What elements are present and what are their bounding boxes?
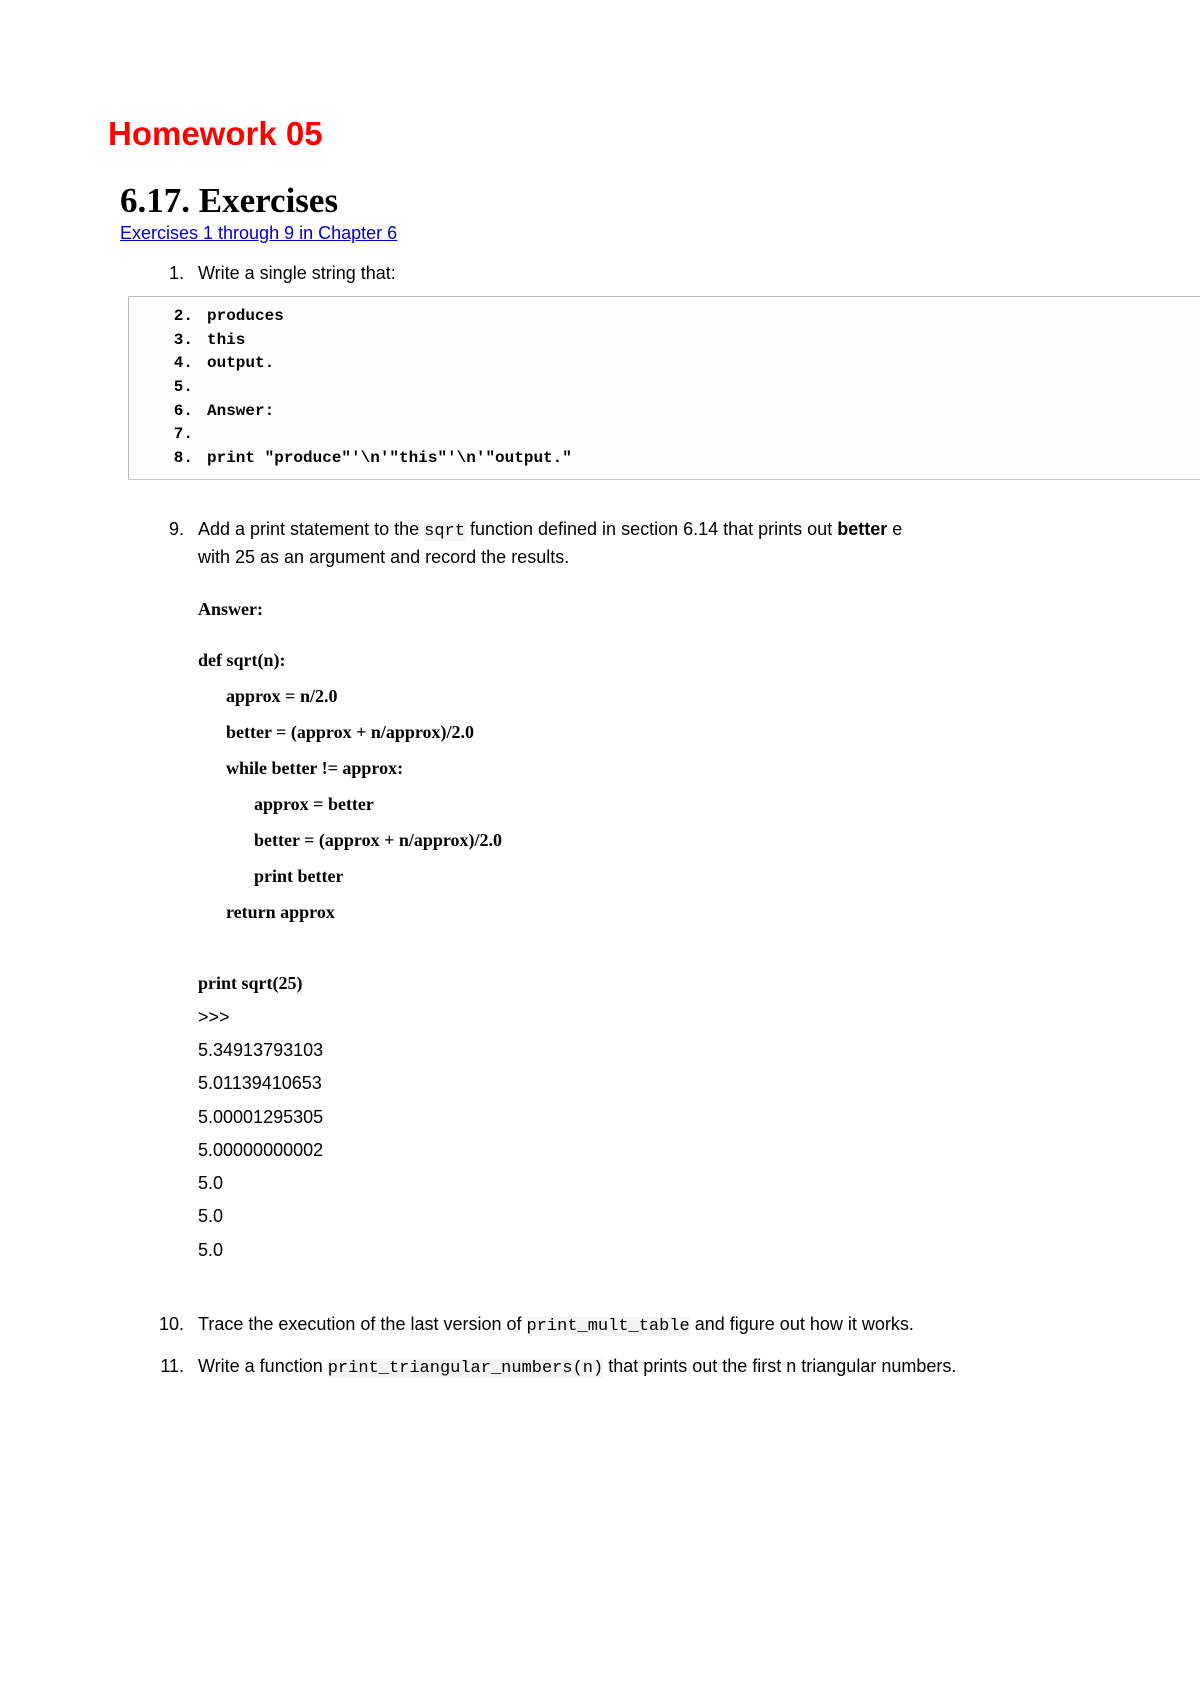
exercise-11: 11. Write a function print_triangular_nu…: [148, 1349, 1200, 1385]
code-serif-line: while better != approx:: [198, 750, 1200, 786]
code-inline: sqrt: [424, 522, 465, 541]
exercise-10: 10. Trace the execution of the last vers…: [148, 1307, 1200, 1343]
chapter-link[interactable]: Exercises 1 through 9 in Chapter 6: [120, 223, 397, 244]
answer-block: Answer: def sqrt(n):approx = n/2.0better…: [198, 599, 1200, 930]
code-line-number: 2.: [171, 305, 193, 329]
answer-code: def sqrt(n):approx = n/2.0better = (appr…: [198, 642, 1200, 930]
code-serif-line: print better: [198, 858, 1200, 894]
exercise-list-continued: 9. Add a print statement to the sqrt fun…: [148, 516, 1200, 571]
code-line-number: 4.: [171, 352, 193, 376]
code-line-number: 5.: [171, 376, 193, 400]
exercise-9-line2: with 25 as an argument and record the re…: [148, 544, 1200, 570]
output-line: 5.34913793103: [198, 1034, 1200, 1067]
output-line: 5.00000000002: [198, 1134, 1200, 1167]
code-block: 2.produces3.this4.output.5.6.Answer:7.8.…: [128, 296, 1200, 480]
item-number: 11.: [148, 1349, 184, 1383]
code-line-text: output.: [193, 352, 274, 376]
list-item: 1. Write a single string that:: [148, 260, 1200, 286]
code-line-text: this: [193, 329, 245, 353]
code-line: 6.Answer:: [129, 400, 1200, 424]
output-call: print sqrt(25): [198, 966, 1200, 1001]
page-title: Homework 05: [108, 115, 1200, 153]
code-line-text: produces: [193, 305, 284, 329]
code-line: 5.: [129, 376, 1200, 400]
code-line: 7.: [129, 423, 1200, 447]
output-block: print sqrt(25) >>>5.349137931035.0113941…: [198, 966, 1200, 1267]
text-segment: Trace the execution of the last version …: [198, 1314, 527, 1334]
code-serif-line: return approx: [198, 894, 1200, 930]
answer-label: Answer:: [198, 599, 1200, 620]
exercise-9: 9. Add a print statement to the sqrt fun…: [148, 516, 1200, 545]
item-text: Trace the execution of the last version …: [184, 1307, 914, 1343]
item-text: with 25 as an argument and record the re…: [184, 544, 569, 570]
code-line-number: 6.: [171, 400, 193, 424]
exercise-list-end: 10. Trace the execution of the last vers…: [148, 1307, 1200, 1386]
output-line: 5.0: [198, 1234, 1200, 1267]
item-number: 1.: [148, 260, 184, 286]
code-inline: print_mult_table: [527, 1317, 690, 1336]
code-line-number: 8.: [171, 447, 193, 471]
text-segment: Write a function: [198, 1356, 328, 1376]
list-item: 11. Write a function print_triangular_nu…: [148, 1349, 1200, 1385]
output-line: 5.01139410653: [198, 1067, 1200, 1100]
code-line: 2.produces: [129, 305, 1200, 329]
code-line: 8.print "produce"'\n'"this"'\n'"output.": [129, 447, 1200, 471]
output-lines: >>>5.349137931035.011394106535.000012953…: [198, 1001, 1200, 1267]
exercise-list: 1. Write a single string that:: [148, 260, 1200, 286]
text-segment: and figure out how it works.: [690, 1314, 914, 1334]
output-line: 5.00001295305: [198, 1101, 1200, 1134]
code-line-text: print "produce"'\n'"this"'\n'"output.": [193, 447, 572, 471]
code-line-text: Answer:: [193, 400, 274, 424]
code-serif-line: approx = better: [198, 786, 1200, 822]
code-serif-line: better = (approx + n/approx)/2.0: [198, 714, 1200, 750]
output-line: >>>: [198, 1001, 1200, 1034]
code-line: 3.this: [129, 329, 1200, 353]
text-segment: e: [887, 519, 902, 539]
item-text: Write a single string that:: [184, 260, 396, 286]
code-serif-line: def sqrt(n):: [198, 642, 1200, 678]
item-text: Add a print statement to the sqrt functi…: [184, 516, 902, 545]
section-heading: 6.17. Exercises: [120, 181, 1200, 221]
list-item: 9. Add a print statement to the sqrt fun…: [148, 516, 1200, 571]
text-segment: Add a print statement to the: [198, 519, 424, 539]
exercise-1: 1. Write a single string that:: [148, 260, 1200, 286]
text-segment: that prints out the first n triangular n…: [603, 1356, 956, 1376]
item-number: 10.: [148, 1307, 184, 1341]
code-line-number: 3.: [171, 329, 193, 353]
item-number: 9.: [148, 516, 184, 542]
code-line-number: 7.: [171, 423, 193, 447]
code-inline: print_triangular_numbers(n): [328, 1359, 603, 1378]
code-line: 4.output.: [129, 352, 1200, 376]
code-serif-line: approx = n/2.0: [198, 678, 1200, 714]
bold-text: better: [837, 519, 887, 539]
text-segment: function defined in section 6.14 that pr…: [465, 519, 837, 539]
output-line: 5.0: [198, 1200, 1200, 1233]
item-text: Write a function print_triangular_number…: [184, 1349, 956, 1385]
output-line: 5.0: [198, 1167, 1200, 1200]
list-item: 10. Trace the execution of the last vers…: [148, 1307, 1200, 1343]
code-serif-line: better = (approx + n/approx)/2.0: [198, 822, 1200, 858]
